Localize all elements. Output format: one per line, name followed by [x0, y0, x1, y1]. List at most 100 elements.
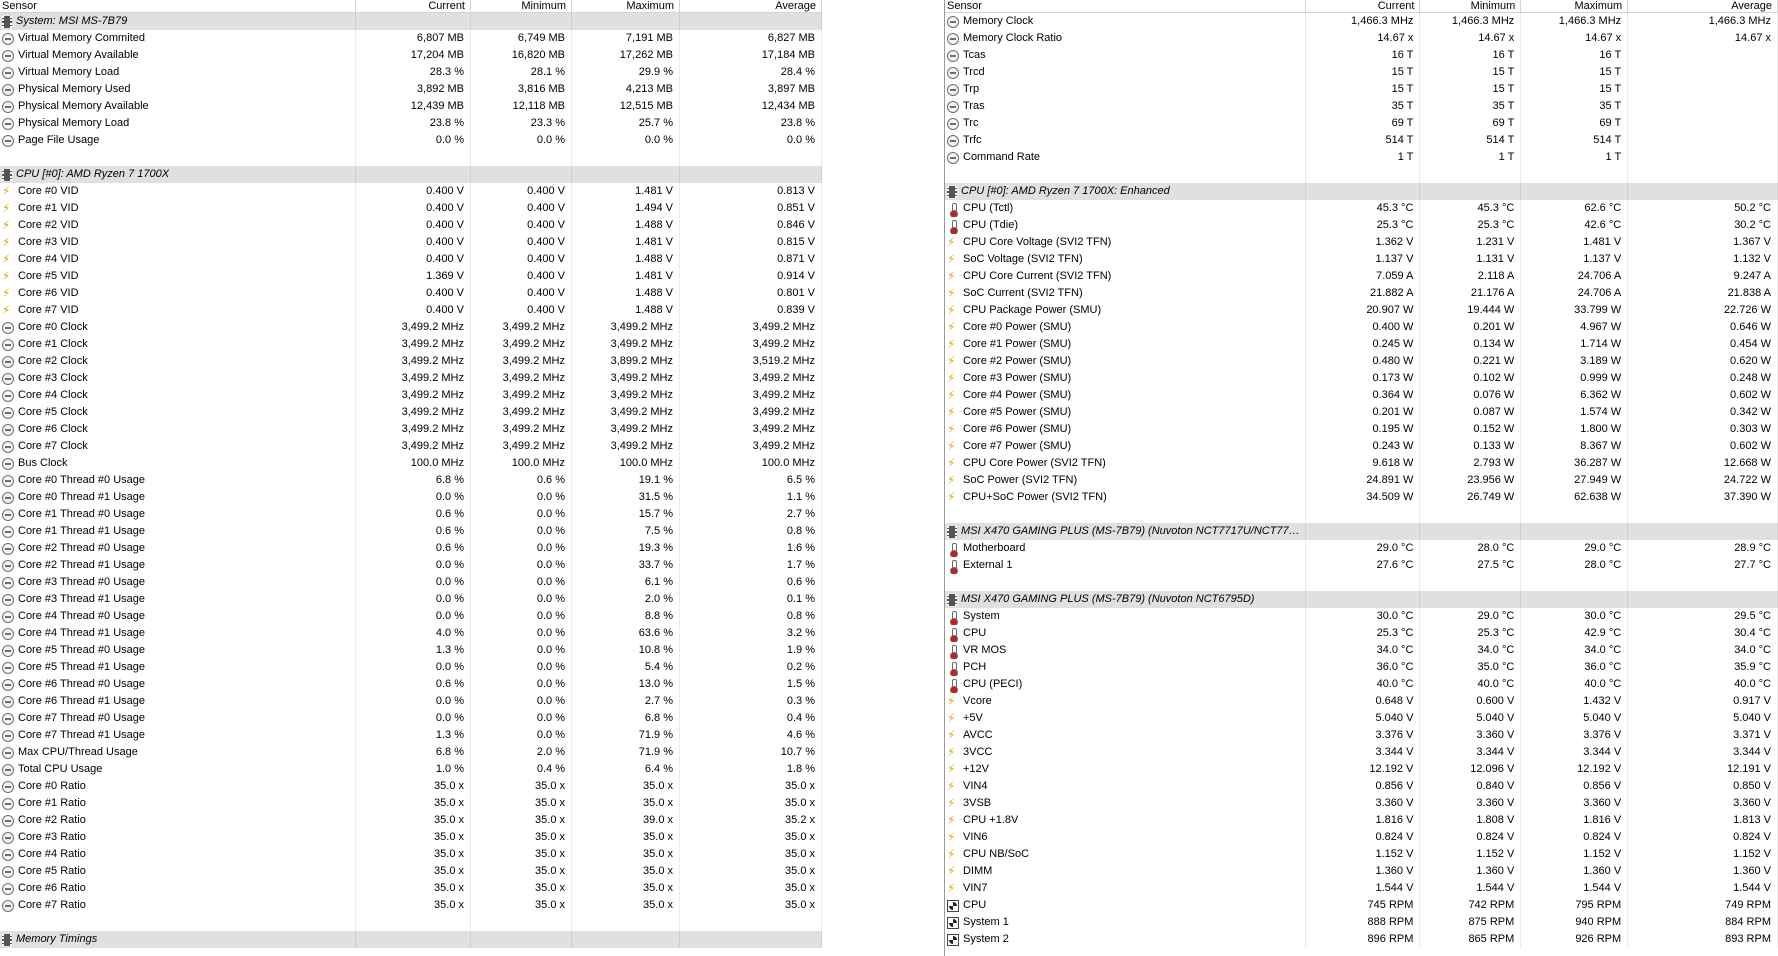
- sensor-row[interactable]: Core #7 Clock 3,499.2 MHz 3,499.2 MHz 3,499…: [0, 438, 822, 455]
- header-minimum[interactable]: Minimum: [471, 0, 572, 13]
- sensor-row[interactable]: Core #2 Thread #1 Usage 0.0 % 0.0 % 33.7 % 1…: [0, 557, 822, 574]
- sensor-row[interactable]: Core #5 VID 1.369 V0.400 V1.481 V0.914 V: [0, 268, 822, 285]
- sensor-row[interactable]: Core #0 Thread #1 Usage 0.0 % 0.0 % 31.5 % 1…: [0, 489, 822, 506]
- sensor-row[interactable]: Core #4 Ratio 35.0 x 35.0 x 35.0 x 35.0 x: [0, 846, 822, 863]
- sensor-row[interactable]: Core #3 Ratio 35.0 x 35.0 x 35.0 x 35.0 x: [0, 829, 822, 846]
- header-current[interactable]: Current: [356, 0, 471, 13]
- sensor-row[interactable]: Core #1 Ratio 35.0 x 35.0 x 35.0 x 35.0 x: [0, 795, 822, 812]
- sensor-row[interactable]: Core #0 Thread #0 Usage 6.8 % 0.6 % 19.1 % 6…: [0, 472, 822, 489]
- sensor-row[interactable]: +12V12.192 V12.096 V12.192 V12.191 V: [945, 761, 1778, 778]
- header-maximum[interactable]: Maximum: [1521, 0, 1629, 13]
- sensor-row[interactable]: Physical Memory Used 3,892 MB 3,816 MB 4,21…: [0, 81, 822, 98]
- sensor-row[interactable]: CPU Core Current (SVI2 TFN) 7.059 A2.118 …: [945, 268, 1778, 285]
- sensor-row[interactable]: Core #2 VID0.400 V0.400 V1.488 V0.846 V: [0, 217, 822, 234]
- sensor-group-header[interactable]: CPU [#0]: AMD Ryzen 7 1700X: [0, 166, 822, 183]
- sensor-row[interactable]: AVCC3.376 V3.360 V3.376 V3.371 V: [945, 727, 1778, 744]
- sensor-row[interactable]: VIN71.544 V1.544 V1.544 V1.544 V: [945, 880, 1778, 897]
- sensor-row[interactable]: Core #4 VID0.400 V0.400 V1.488 V0.871 V: [0, 251, 822, 268]
- sensor-row[interactable]: Virtual Memory Commited 6,807 MB 6,749 MB 7…: [0, 30, 822, 47]
- sensor-row[interactable]: Tcas 16 T 16 T 16 T: [945, 47, 1778, 64]
- sensor-row[interactable]: Vcore 0.648 V0.600 V1.432 V0.917 V: [945, 693, 1778, 710]
- sensor-group-header[interactable]: MSI X470 GAMING PLUS (MS-7B79) (Nuvoton …: [945, 523, 1778, 540]
- sensor-row[interactable]: Core #6 Ratio 35.0 x 35.0 x 35.0 x 35.0 x: [0, 880, 822, 897]
- sensor-row[interactable]: Core #2 Thread #0 Usage 0.6 % 0.0 % 19.3 % 1…: [0, 540, 822, 557]
- sensor-row[interactable]: Core #4 Thread #1 Usage 4.0 % 0.0 % 63.6 % 3…: [0, 625, 822, 642]
- sensor-row[interactable]: Core #3 VID0.400 V0.400 V1.481 V0.815 V: [0, 234, 822, 251]
- sensor-row[interactable]: VIN60.824 V0.824 V0.824 V0.824 V: [945, 829, 1778, 846]
- sensor-row[interactable]: Max CPU/Thread Usage 6.8 % 2.0 % 71.9 % 10.7…: [0, 744, 822, 761]
- sensor-row[interactable]: Core #6 Power (SMU) 0.195 W0.152 W1.800 W…: [945, 421, 1778, 438]
- sensor-row[interactable]: Trcd 15 T 15 T 15 T: [945, 64, 1778, 81]
- header-current[interactable]: Current: [1306, 0, 1421, 13]
- sensor-row[interactable]: Core #6 Clock 3,499.2 MHz 3,499.2 MHz 3,499…: [0, 421, 822, 438]
- sensor-row[interactable]: Core #5 Thread #0 Usage 1.3 % 0.0 % 10.8 % 1…: [0, 642, 822, 659]
- sensor-row[interactable]: CPU (PECI) 40.0 °C 40.0 °C 40.0 °C 40.0 °C: [945, 676, 1778, 693]
- sensor-row[interactable]: Core #7 VID0.400 V0.400 V1.488 V0.839 V: [0, 302, 822, 319]
- sensor-row[interactable]: Core #1 Power (SMU) 0.245 W0.134 W1.714 W…: [945, 336, 1778, 353]
- sensor-row[interactable]: Core #1 VID0.400 V0.400 V1.494 V0.851 V: [0, 200, 822, 217]
- sensor-row[interactable]: Motherboard 29.0 °C 28.0 °C 29.0 °C 28.9 °C: [945, 540, 1778, 557]
- sensor-row[interactable]: Core #7 Thread #1 Usage 1.3 % 0.0 % 71.9 % 4…: [0, 727, 822, 744]
- sensor-row[interactable]: Core #7 Ratio 35.0 x 35.0 x 35.0 x 35.0 x: [0, 897, 822, 914]
- sensor-row[interactable]: CPU Core Power (SVI2 TFN) 9.618 W2.793 W3…: [945, 455, 1778, 472]
- sensor-row[interactable]: CPU+SoC Power (SVI2 TFN) 34.509 W26.749 W…: [945, 489, 1778, 506]
- sensor-row[interactable]: Page File Usage 0.0 % 0.0 % 0.0 % 0.0 %: [0, 132, 822, 149]
- sensor-row[interactable]: Core #0 Ratio 35.0 x 35.0 x 35.0 x 35.0 x: [0, 778, 822, 795]
- sensor-row[interactable]: Core #6 Thread #0 Usage 0.6 % 0.0 % 13.0 % 1…: [0, 676, 822, 693]
- sensor-row[interactable]: SoC Power (SVI2 TFN) 24.891 W23.956 W27.9…: [945, 472, 1778, 489]
- sensor-row[interactable]: Trfc 514 T 514 T 514 T: [945, 132, 1778, 149]
- right-sensor-panel[interactable]: Sensor Current Minimum Maximum Average M…: [944, 0, 1778, 956]
- sensor-row[interactable]: VIN40.856 V0.840 V0.856 V0.850 V: [945, 778, 1778, 795]
- header-average[interactable]: Average: [680, 0, 822, 13]
- header-maximum[interactable]: Maximum: [572, 0, 680, 13]
- left-sensor-panel[interactable]: Sensor Current Minimum Maximum Average S…: [0, 0, 822, 956]
- sensor-row[interactable]: CPU 25.3 °C 25.3 °C 42.9 °C 30.4 °C: [945, 625, 1778, 642]
- sensor-row[interactable]: Tras 35 T 35 T 35 T: [945, 98, 1778, 115]
- sensor-row[interactable]: 3VCC3.344 V3.344 V3.344 V3.344 V: [945, 744, 1778, 761]
- sensor-row[interactable]: Core #5 Power (SMU) 0.201 W0.087 W1.574 W…: [945, 404, 1778, 421]
- sensor-row[interactable]: Memory Clock Ratio 14.67 x 14.67 x 14.67 x1…: [945, 30, 1778, 47]
- sensor-row[interactable]: CPU (Tctl) 45.3 °C 45.3 °C 62.6 °C 50.2 °C: [945, 200, 1778, 217]
- sensor-group-header[interactable]: MSI X470 GAMING PLUS (MS-7B79) (Nuvoton …: [945, 591, 1778, 608]
- sensor-row[interactable]: CPU (Tdie) 25.3 °C 25.3 °C 42.6 °C 30.2 °C: [945, 217, 1778, 234]
- header-average[interactable]: Average: [1628, 0, 1778, 13]
- sensor-row[interactable]: Core #2 Power (SMU) 0.480 W0.221 W3.189 W…: [945, 353, 1778, 370]
- sensor-row[interactable]: +5V5.040 V5.040 V5.040 V5.040 V: [945, 710, 1778, 727]
- sensor-row[interactable]: SoC Voltage (SVI2 TFN)1.137 V1.131 V1.13…: [945, 251, 1778, 268]
- sensor-row[interactable]: Core #4 Clock 3,499.2 MHz 3,499.2 MHz 3,499…: [0, 387, 822, 404]
- sensor-row[interactable]: SoC Current (SVI2 TFN) 21.882 A21.176 A24…: [945, 285, 1778, 302]
- sensor-row[interactable]: Total CPU Usage 1.0 % 0.4 % 6.4 % 1.8 %: [0, 761, 822, 778]
- sensor-row[interactable]: Core #1 Clock 3,499.2 MHz 3,499.2 MHz 3,499…: [0, 336, 822, 353]
- sensor-row[interactable]: Core #5 Thread #1 Usage 0.0 % 0.0 % 5.4 % 0.…: [0, 659, 822, 676]
- sensor-row[interactable]: Core #6 Thread #1 Usage 0.0 % 0.0 % 2.7 % 0.…: [0, 693, 822, 710]
- sensor-row[interactable]: Bus Clock 100.0 MHz 100.0 MHz 100.0 MHz 100.…: [0, 455, 822, 472]
- sensor-row[interactable]: CPU Package Power (SMU) 20.907 W19.444 W3…: [945, 302, 1778, 319]
- sensor-row[interactable]: Core #5 Clock 3,499.2 MHz 3,499.2 MHz 3,499…: [0, 404, 822, 421]
- sensor-row[interactable]: Physical Memory Load 23.8 % 23.3 % 25.7 % 23…: [0, 115, 822, 132]
- sensor-group-header[interactable]: System: MSI MS-7B79: [0, 13, 822, 30]
- sensor-row[interactable]: CPU Core Voltage (SVI2 TFN) 1.362 V1.231 …: [945, 234, 1778, 251]
- sensor-row[interactable]: Trc 69 T 69 T 69 T: [945, 115, 1778, 132]
- sensor-row[interactable]: Core #7 Thread #0 Usage 0.0 % 0.0 % 6.8 % 0.…: [0, 710, 822, 727]
- sensor-row[interactable]: Physical Memory Available 12,439 MB 12,118…: [0, 98, 822, 115]
- sensor-row[interactable]: Core #4 Power (SMU) 0.364 W0.076 W6.362 W…: [945, 387, 1778, 404]
- sensor-row[interactable]: Core #1 Thread #1 Usage 0.6 % 0.0 % 7.5 % 0.…: [0, 523, 822, 540]
- sensor-row[interactable]: Core #3 Thread #1 Usage 0.0 % 0.0 % 2.0 % 0.…: [0, 591, 822, 608]
- sensor-row[interactable]: Core #1 Thread #0 Usage 0.6 % 0.0 % 15.7 % 2…: [0, 506, 822, 523]
- sensor-row[interactable]: Memory Clock 1,466.3 MHz 1,466.3 MHz 1,466.…: [945, 13, 1778, 30]
- sensor-row[interactable]: PCH 36.0 °C 35.0 °C 36.0 °C 35.9 °C: [945, 659, 1778, 676]
- sensor-group-header[interactable]: CPU [#0]: AMD Ryzen 7 1700X: Enhanced: [945, 183, 1778, 200]
- sensor-row[interactable]: Core #3 Power (SMU) 0.173 W0.102 W0.999 W…: [945, 370, 1778, 387]
- sensor-row[interactable]: CPU 745 RPM 742 RPM 795 RPM 749 RPM: [945, 897, 1778, 914]
- sensor-group-header[interactable]: Memory Timings: [0, 931, 822, 948]
- sensor-row[interactable]: 3VSB3.360 V3.360 V3.360 V3.360 V: [945, 795, 1778, 812]
- sensor-row[interactable]: Core #0 Clock 3,499.2 MHz 3,499.2 MHz 3,499…: [0, 319, 822, 336]
- sensor-row[interactable]: Virtual Memory Available 17,204 MB 16,820 …: [0, 47, 822, 64]
- sensor-row[interactable]: DIMM1.360 V1.360 V1.360 V1.360 V: [945, 863, 1778, 880]
- sensor-row[interactable]: Core #0 VID0.400 V0.400 V1.481 V0.813 V: [0, 183, 822, 200]
- sensor-row[interactable]: Core #2 Clock 3,499.2 MHz 3,499.2 MHz 3,899…: [0, 353, 822, 370]
- sensor-row[interactable]: Core #2 Ratio 35.0 x 35.0 x 39.0 x 35.2 x: [0, 812, 822, 829]
- sensor-row[interactable]: Command Rate 1 T1 T1 T: [945, 149, 1778, 166]
- sensor-row[interactable]: CPU NB/SoC1.152 V1.152 V1.152 V1.152 V: [945, 846, 1778, 863]
- header-sensor[interactable]: Sensor: [945, 0, 1306, 13]
